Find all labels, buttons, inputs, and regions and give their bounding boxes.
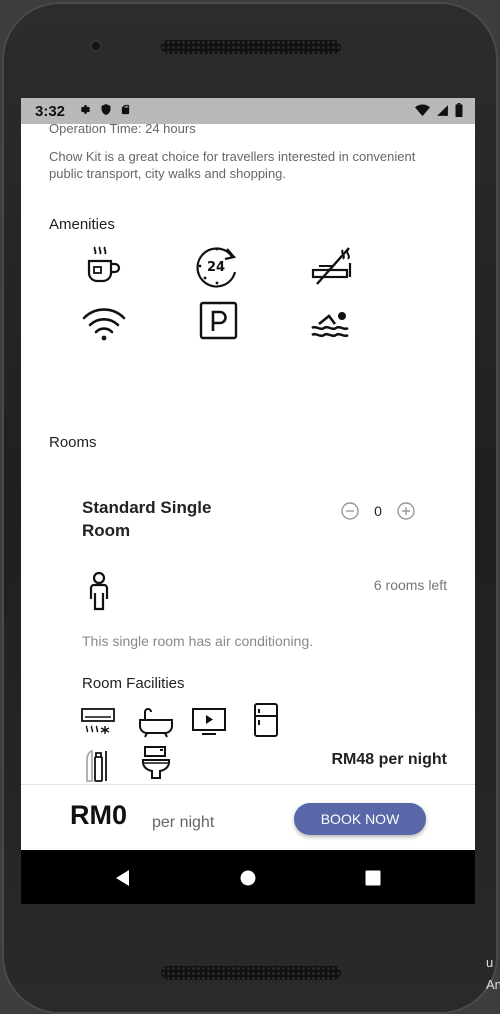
bathtub-icon bbox=[139, 708, 173, 738]
swimming-icon bbox=[311, 312, 349, 338]
room-price: RM48 per night bbox=[331, 751, 447, 768]
operation-time: Operation Time: 24 hours bbox=[49, 124, 196, 136]
hotel-description: Chow Kit is a great choice for traveller… bbox=[49, 149, 416, 181]
per-night-label: per night bbox=[152, 814, 215, 831]
shield-icon bbox=[101, 104, 111, 115]
wifi-icon bbox=[82, 308, 126, 341]
decrease-icon[interactable] bbox=[339, 500, 361, 522]
background-window-text: u An bbox=[486, 952, 500, 996]
status-left-icons bbox=[79, 103, 131, 116]
background-text-line-1: u bbox=[486, 955, 494, 970]
parking-icon bbox=[199, 301, 238, 340]
amenities-heading: Amenities bbox=[49, 216, 115, 233]
background-text-line-2: An bbox=[486, 977, 500, 992]
top-speaker bbox=[161, 40, 341, 54]
room-name: Standard Single Room bbox=[82, 498, 212, 540]
fridge-icon bbox=[254, 703, 278, 737]
back-icon[interactable] bbox=[109, 864, 137, 892]
air-conditioner-icon bbox=[81, 708, 115, 734]
no-smoking-icon bbox=[311, 247, 352, 285]
room-quantity: 0 bbox=[374, 503, 382, 519]
total-price: RM0 bbox=[70, 800, 128, 830]
wifi-status-icon bbox=[415, 104, 430, 116]
rooms-left: 6 rooms left bbox=[373, 577, 447, 593]
status-right-icons bbox=[415, 103, 463, 117]
hotel-detail-scroll[interactable]: Operation Time: 24 hours Chow Kit is a g… bbox=[21, 124, 475, 784]
toilet-icon bbox=[142, 746, 170, 779]
svg-text:24: 24 bbox=[207, 260, 225, 275]
coffee-icon bbox=[87, 246, 121, 283]
recents-icon[interactable] bbox=[359, 864, 387, 892]
android-navigation-bar bbox=[21, 850, 475, 904]
battery-icon bbox=[455, 103, 463, 117]
increase-icon[interactable] bbox=[395, 500, 417, 522]
room-description: This single room has air conditioning. bbox=[82, 633, 314, 649]
book-now-button[interactable]: BOOK NOW bbox=[294, 803, 426, 835]
booking-bar: RM0 per night BOOK NOW bbox=[21, 784, 475, 850]
app-screen: 3:32 Operation Time: 24 hours Chow Kit i… bbox=[21, 98, 475, 904]
settings-icon bbox=[80, 105, 91, 114]
rooms-heading: Rooms bbox=[49, 434, 97, 451]
room-quantity-stepper: 0 bbox=[339, 500, 417, 522]
sd-card-icon bbox=[121, 104, 130, 115]
status-bar: 3:32 bbox=[21, 98, 475, 124]
tv-icon bbox=[192, 708, 226, 735]
toiletries-icon bbox=[86, 750, 107, 782]
front-camera bbox=[90, 40, 102, 52]
room-facilities-heading: Room Facilities bbox=[82, 675, 185, 692]
person-icon bbox=[89, 571, 109, 611]
device-background: 3:32 Operation Time: 24 hours Chow Kit i… bbox=[0, 0, 500, 1014]
status-time: 3:32 bbox=[35, 103, 66, 120]
home-icon[interactable] bbox=[234, 864, 262, 892]
signal-icon bbox=[437, 104, 448, 116]
bottom-speaker bbox=[161, 966, 341, 980]
24-hour-icon: 24 bbox=[196, 247, 237, 288]
